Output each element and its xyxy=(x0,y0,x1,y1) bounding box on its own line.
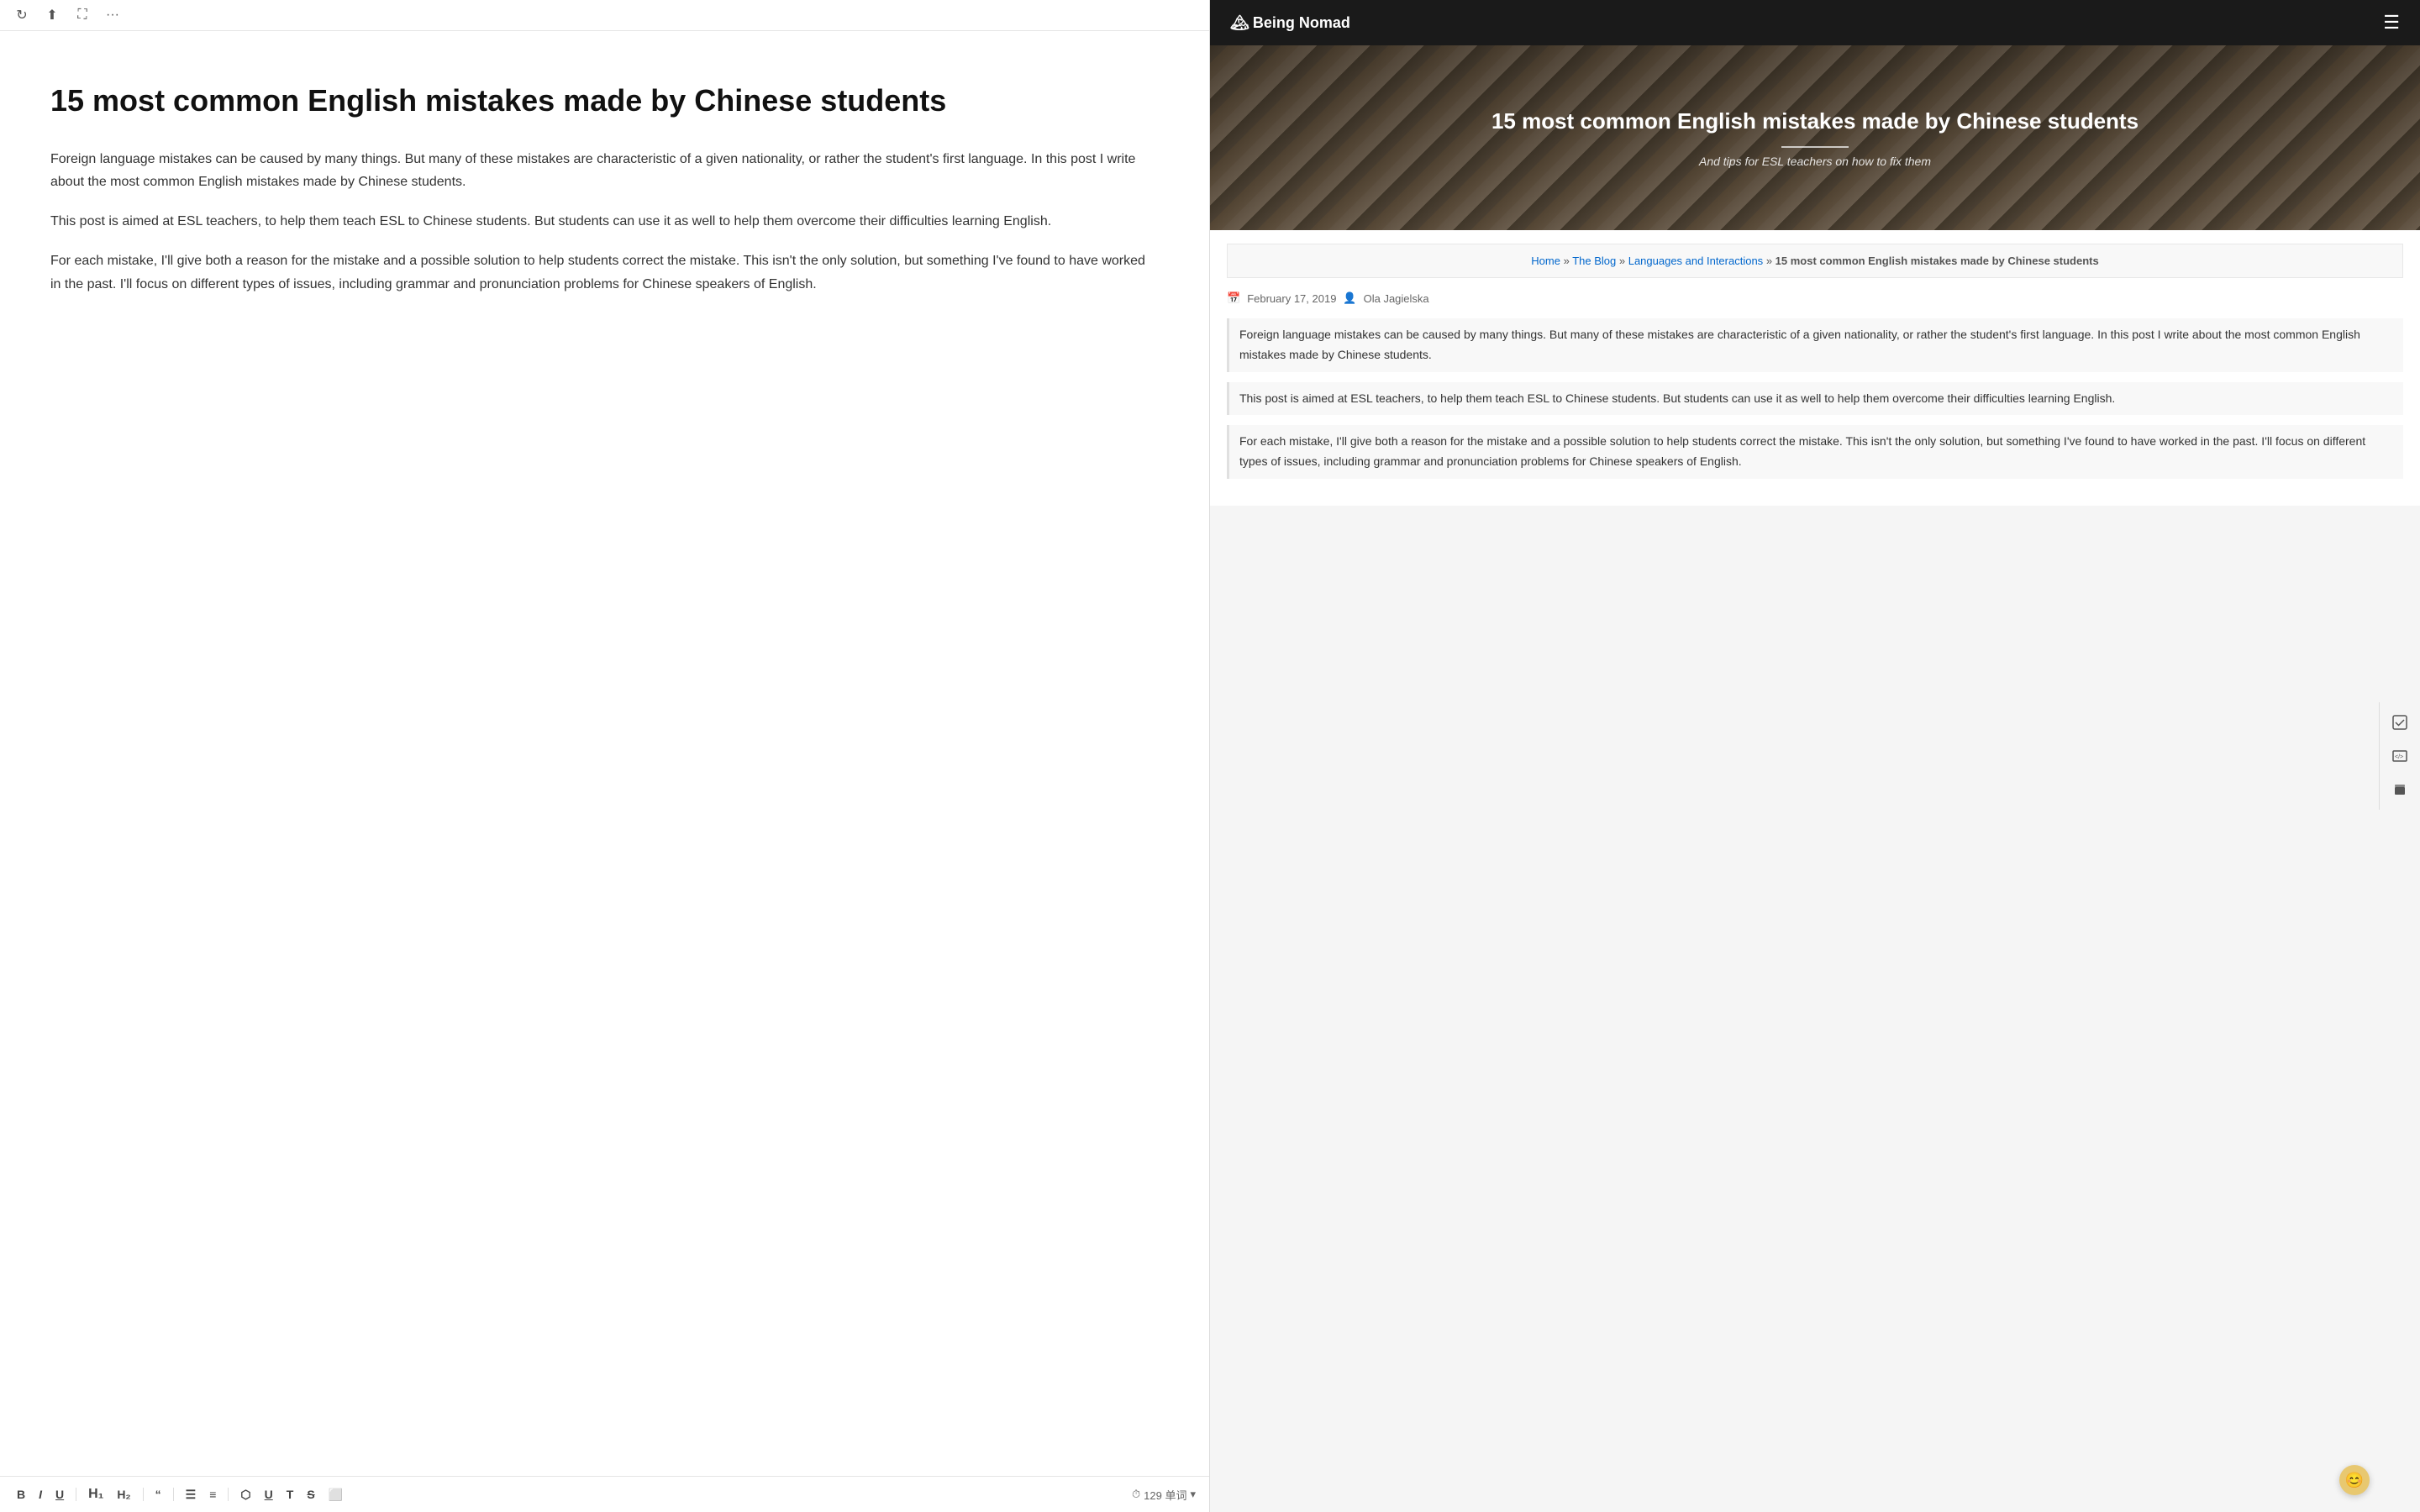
breadcrumb-sep-3: » xyxy=(1766,255,1776,267)
breadcrumb-category[interactable]: Languages and Interactions xyxy=(1628,255,1763,267)
editor-paragraph-2: This post is aimed at ESL teachers, to h… xyxy=(50,210,1159,233)
editor-paragraph-1: Foreign language mistakes can be caused … xyxy=(50,148,1159,193)
hero-section: 15 most common English mistakes made by … xyxy=(1210,45,2420,230)
underline2-button[interactable]: U xyxy=(261,1486,276,1503)
editor-paragraph-3: For each mistake, I'll give both a reaso… xyxy=(50,249,1159,295)
post-body: Foreign language mistakes can be caused … xyxy=(1227,318,2403,479)
heading2-button[interactable]: H₂ xyxy=(113,1486,134,1503)
word-count-area: ⏱ 129 单词 ▾ xyxy=(1132,1487,1196,1503)
top-toolbar: ↻ ⬆ ⛶ ··· xyxy=(0,0,1209,31)
text-type-button[interactable]: T xyxy=(283,1486,297,1503)
list-unordered-button[interactable]: ☰ xyxy=(182,1486,200,1504)
more-icon[interactable]: ··· xyxy=(104,7,121,24)
hero-title: 15 most common English mistakes made by … xyxy=(1491,108,2139,136)
refresh-icon[interactable]: ↻ xyxy=(13,7,30,24)
post-paragraph-2: This post is aimed at ESL teachers, to h… xyxy=(1227,382,2403,416)
breadcrumb: Home » The Blog » Languages and Interact… xyxy=(1227,244,2403,278)
editor-panel: ↻ ⬆ ⛶ ··· 15 most common English mistake… xyxy=(0,0,1210,1512)
breadcrumb-sep-2: » xyxy=(1619,255,1628,267)
post-meta: 📅 February 17, 2019 👤 Ola Jagielska xyxy=(1227,291,2403,305)
check-icon[interactable] xyxy=(2386,709,2413,736)
underline-button[interactable]: U xyxy=(52,1486,67,1503)
share-icon[interactable]: ⬆ xyxy=(44,7,60,24)
clock-icon: ⏱ xyxy=(1132,1488,1140,1501)
site-content: Home » The Blog » Languages and Interact… xyxy=(1210,230,2420,506)
strikethrough-button[interactable]: S xyxy=(303,1486,318,1503)
italic-button[interactable]: I xyxy=(35,1486,45,1503)
image-button[interactable]: ⬜ xyxy=(325,1486,346,1504)
breadcrumb-home[interactable]: Home xyxy=(1531,255,1560,267)
breadcrumb-sep-1: » xyxy=(1564,255,1573,267)
bold-button[interactable]: B xyxy=(13,1486,29,1503)
quote-button[interactable]: “ xyxy=(152,1486,165,1503)
bottom-toolbar: B I U H₁ H₂ “ ☰ ≡ ⬡ U T S ⬜ ⏱ 129 单词 ▾ xyxy=(0,1476,1209,1512)
expand-icon[interactable]: ⛶ xyxy=(74,7,91,24)
editor-title: 15 most common English mistakes made by … xyxy=(50,81,1159,121)
calendar-icon: 📅 xyxy=(1227,291,1240,305)
author-icon: 👤 xyxy=(1343,291,1356,305)
layers-icon[interactable] xyxy=(2386,776,2413,803)
emoji-feedback-button[interactable]: 😊 xyxy=(2339,1465,2370,1495)
breadcrumb-blog[interactable]: The Blog xyxy=(1572,255,1616,267)
breadcrumb-current: 15 most common English mistakes made by … xyxy=(1776,255,2099,267)
code-icon[interactable]: </> xyxy=(2386,743,2413,769)
post-author: Ola Jagielska xyxy=(1364,292,1429,305)
post-paragraph-3: For each mistake, I'll give both a reaso… xyxy=(1227,425,2403,479)
side-icons-panel: </> xyxy=(2379,702,2420,810)
site-header: 🏔 Being Nomad ☰ xyxy=(1210,0,2420,45)
list-ordered-button[interactable]: ≡ xyxy=(206,1486,219,1503)
editor-content[interactable]: 15 most common English mistakes made by … xyxy=(0,31,1209,1512)
separator-2 xyxy=(143,1488,144,1501)
word-count-chevron[interactable]: ▾ xyxy=(1190,1488,1196,1501)
post-paragraph-1: Foreign language mistakes can be caused … xyxy=(1227,318,2403,372)
link-button[interactable]: ⬡ xyxy=(237,1486,254,1504)
hamburger-menu-icon[interactable]: ☰ xyxy=(2383,12,2400,34)
hero-divider xyxy=(1781,146,1849,148)
heading1-button[interactable]: H₁ xyxy=(85,1485,107,1504)
separator-4 xyxy=(228,1488,229,1501)
post-date: February 17, 2019 xyxy=(1247,292,1336,305)
word-count-text: 129 单词 xyxy=(1144,1487,1186,1503)
site-logo: 🏔 Being Nomad xyxy=(1230,14,1350,32)
logo-text: Being Nomad xyxy=(1253,14,1350,32)
logo-icon: 🏔 xyxy=(1230,14,1249,32)
separator-3 xyxy=(173,1488,174,1501)
website-preview-panel: 🏔 Being Nomad ☰ 15 most common English m… xyxy=(1210,0,2420,1512)
hero-content: 15 most common English mistakes made by … xyxy=(1491,108,2139,168)
hero-subtitle: And tips for ESL teachers on how to fix … xyxy=(1491,155,2139,168)
svg-text:</>: </> xyxy=(2395,754,2403,760)
